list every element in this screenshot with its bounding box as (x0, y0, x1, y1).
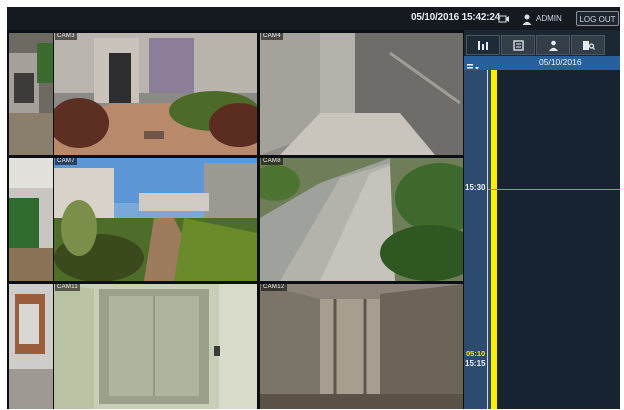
camera-feed-image (260, 158, 463, 281)
camera-feed-image (54, 33, 257, 155)
camera-tile-partial[interactable] (9, 158, 53, 281)
time-tick-label: 15:15 (465, 359, 486, 368)
camera-label: CAM4 (261, 33, 283, 40)
camera-label: CAM8 (261, 158, 283, 165)
tab-timeline[interactable] (466, 35, 500, 55)
camera-tile[interactable]: CAM3 (54, 33, 257, 155)
camera-tile-partial[interactable] (9, 33, 53, 155)
camera-feed-image (9, 284, 53, 409)
user-name: ADMIN (536, 14, 562, 23)
camera-tile[interactable]: CAM7 (54, 158, 257, 281)
time-axis-line (487, 70, 488, 409)
camera-tile[interactable]: CAM4 (260, 33, 463, 155)
tab-search-person[interactable] (571, 35, 605, 55)
timeline[interactable]: 15:30 05:10 15:15 (464, 70, 620, 409)
camera-feed-image (9, 158, 53, 281)
current-datetime: 05/10/2016 15:42:24 (411, 12, 501, 23)
camera-tile-partial[interactable] (9, 284, 53, 409)
camera-tile[interactable]: CAM11 (54, 284, 257, 409)
timeline-cursor[interactable] (488, 189, 620, 190)
menu-dropdown-icon[interactable] (467, 59, 480, 72)
camera-icon[interactable] (498, 12, 510, 24)
timeline-icon (478, 41, 488, 50)
time-tick-label: 15:30 (465, 183, 486, 192)
camera-feed-image (260, 284, 463, 409)
tab-person[interactable] (536, 35, 570, 55)
tab-list[interactable] (501, 35, 535, 55)
list-icon (513, 40, 524, 51)
recording-bar[interactable] (491, 70, 497, 409)
cursor-time-label: 05:10 (466, 349, 486, 358)
camera-feed-image (9, 33, 53, 155)
timeline-panel: 05/10/2016 15:30 05:10 15:15 (464, 30, 620, 409)
camera-label: CAM12 (261, 284, 287, 291)
panel-tabs (464, 35, 620, 55)
top-bar: 05/10/2016 15:42:24 ADMIN LOG OUT (7, 7, 620, 30)
camera-tile[interactable]: CAM8 (260, 158, 463, 281)
camera-label: CAM11 (55, 284, 81, 291)
selected-date: 05/10/2016 (539, 57, 582, 67)
camera-feed-image (260, 33, 463, 155)
camera-label: CAM3 (55, 33, 77, 40)
user-icon (522, 12, 532, 25)
app-window: 05/10/2016 15:42:24 ADMIN LOG OUT CAM3 C… (7, 7, 620, 409)
camera-label: CAM7 (55, 158, 77, 165)
camera-grid: CAM3 CAM4 CAM7 CAM8 CAM11 CAM12 (9, 33, 463, 409)
logout-button[interactable]: LOG OUT (576, 11, 619, 26)
date-bar: 05/10/2016 (464, 56, 620, 72)
person-icon (549, 40, 558, 51)
camera-tile[interactable]: CAM12 (260, 284, 463, 409)
search-person-icon (583, 41, 595, 50)
camera-feed-image (54, 158, 257, 281)
camera-feed-image (54, 284, 257, 409)
